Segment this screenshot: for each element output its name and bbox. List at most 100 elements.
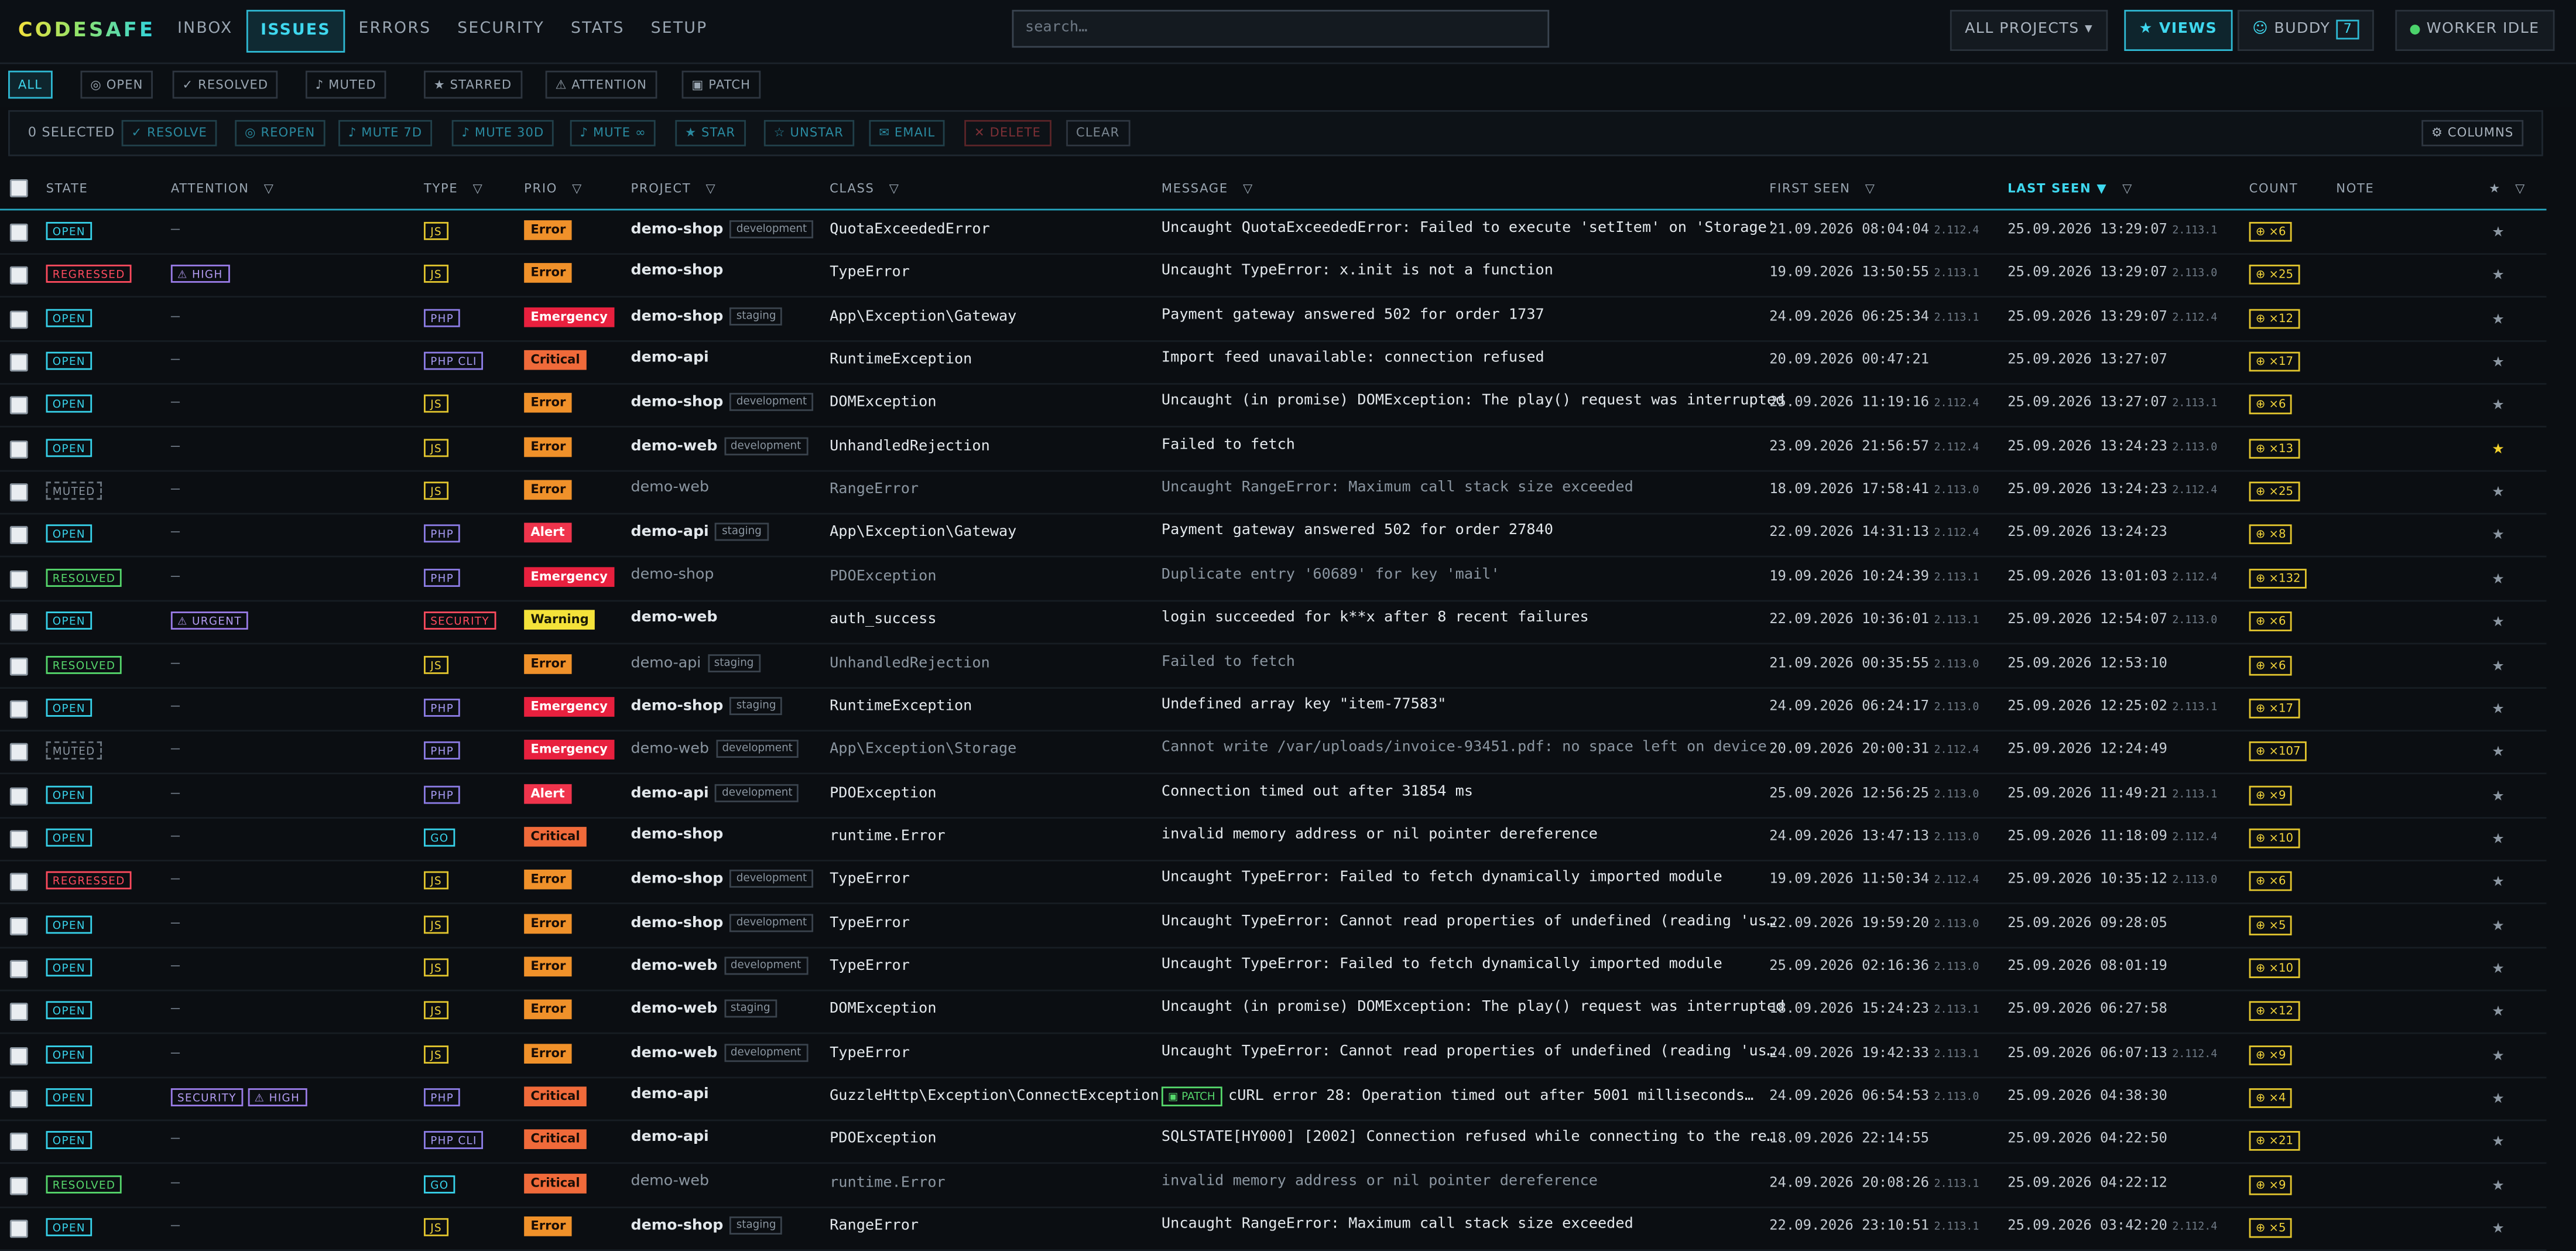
class-cell[interactable]: auth_success: [830, 612, 936, 628]
class-cell[interactable]: RuntimeException: [830, 352, 972, 368]
project-name[interactable]: demo-shop: [631, 264, 724, 280]
class-cell[interactable]: DOMException: [830, 1002, 936, 1018]
class-cell[interactable]: TypeError: [830, 958, 910, 975]
message-cell[interactable]: Uncaught (in promise) DOMException: The …: [1162, 1000, 1784, 1016]
table-row[interactable]: OPEN — JS Error demo-web development TypeError…: [0, 1033, 2547, 1078]
project-name[interactable]: demo-web: [631, 741, 709, 758]
table-row[interactable]: MUTED — JS Error demo-web RangeError Uncaught …: [0, 470, 2547, 515]
star-column-icon[interactable]: ★: [2489, 181, 2501, 196]
class-cell[interactable]: RuntimeException: [830, 698, 972, 715]
star-icon[interactable]: ★: [2492, 955, 2504, 978]
message-cell[interactable]: ▣ PATCH cURL error 28: Operation timed ou…: [1161, 1086, 1753, 1106]
message-cell[interactable]: Duplicate entry '60689' for key 'mail': [1162, 567, 1500, 583]
class-cell[interactable]: PDOException: [830, 1132, 936, 1148]
state-badge[interactable]: OPEN: [46, 1218, 93, 1236]
row-checkbox[interactable]: [9, 310, 28, 329]
bulk-star-button[interactable]: ★ STAR: [675, 119, 745, 146]
project-name[interactable]: demo-web: [631, 1173, 709, 1190]
project-name[interactable]: demo-api: [631, 785, 709, 801]
row-checkbox[interactable]: [9, 1176, 28, 1195]
filter-resolved[interactable]: ✓ RESOLVED: [172, 70, 279, 99]
project-name[interactable]: demo-shop: [631, 698, 724, 715]
state-badge[interactable]: MUTED: [46, 481, 102, 500]
state-badge[interactable]: OPEN: [46, 915, 93, 934]
state-badge[interactable]: OPEN: [46, 308, 93, 327]
row-checkbox[interactable]: [9, 1133, 28, 1151]
select-all-checkbox[interactable]: [9, 179, 28, 197]
star-icon[interactable]: ★: [2492, 609, 2504, 631]
message-cell[interactable]: Uncaught TypeError: Cannot read properti…: [1162, 913, 1776, 929]
column-prio[interactable]: PRIO ▽: [524, 181, 583, 196]
class-cell[interactable]: TypeError: [830, 1045, 910, 1061]
star-icon[interactable]: ★: [2492, 218, 2504, 241]
project-name[interactable]: demo-api: [631, 525, 709, 542]
row-checkbox[interactable]: [9, 353, 28, 372]
row-checkbox[interactable]: [9, 1003, 28, 1021]
table-row[interactable]: OPEN — PHP Emergency demo-shop staging App\Exc…: [0, 297, 2547, 341]
filter-icon[interactable]: ▽: [473, 181, 484, 196]
table-row[interactable]: OPEN — PHP Emergency demo-shop staging Runtime…: [0, 687, 2547, 732]
class-cell[interactable]: GuzzleHttp\Exception\ConnectException: [830, 1088, 1159, 1105]
logo[interactable]: CODESAFE: [18, 18, 155, 41]
project-name[interactable]: demo-web: [631, 1002, 718, 1018]
table-row[interactable]: OPEN — JS Error demo-web staging DOMException U…: [0, 990, 2547, 1035]
message-cell[interactable]: Payment gateway answered 502 for order 1…: [1162, 307, 1544, 323]
message-cell[interactable]: Uncaught TypeError: x.init is not a func…: [1162, 264, 1553, 280]
tab-stats[interactable]: STATS: [558, 10, 638, 49]
class-cell[interactable]: App\Exception\Gateway: [830, 309, 1016, 325]
star-icon[interactable]: ★: [2492, 522, 2504, 545]
state-badge[interactable]: OPEN: [46, 438, 93, 457]
table-row[interactable]: RESOLVED — JS Error demo-api staging Unhandled…: [0, 644, 2547, 688]
message-cell[interactable]: Uncaught RangeError: Maximum call stack …: [1162, 1216, 1633, 1233]
tab-security[interactable]: SECURITY: [444, 10, 558, 49]
state-badge[interactable]: RESOLVED: [46, 568, 122, 587]
message-cell[interactable]: Failed to fetch: [1162, 654, 1295, 670]
column-count[interactable]: COUNT: [2249, 181, 2298, 196]
star-icon[interactable]: ★: [2492, 1215, 2504, 1238]
message-cell[interactable]: SQLSTATE[HY000] [2002] Connection refuse…: [1162, 1130, 1776, 1146]
state-badge[interactable]: OPEN: [46, 828, 93, 847]
filter-attention[interactable]: ⚠ ATTENTION: [545, 70, 657, 99]
project-name[interactable]: demo-api: [631, 1086, 709, 1103]
table-row[interactable]: OPEN — JS Error demo-web development Unhandled…: [0, 427, 2547, 471]
state-badge[interactable]: OPEN: [46, 785, 93, 804]
row-checkbox[interactable]: [9, 657, 28, 675]
table-row[interactable]: RESOLVED — GO Critical demo-web runtime.Error…: [0, 1163, 2547, 1208]
star-icon[interactable]: ★: [2492, 869, 2504, 891]
tab-errors[interactable]: ERRORS: [345, 10, 444, 49]
filter-icon[interactable]: ▽: [1243, 181, 1253, 196]
message-cell[interactable]: Import feed unavailable: connection refu…: [1162, 350, 1544, 367]
bulk-mute-7d-button[interactable]: ♪ MUTE 7D: [338, 119, 433, 146]
column-note[interactable]: NOTE: [2336, 181, 2374, 196]
row-checkbox[interactable]: [9, 873, 28, 892]
state-badge[interactable]: OPEN: [46, 525, 93, 544]
message-cell[interactable]: Uncaught TypeError: Failed to fetch dyna…: [1162, 956, 1722, 973]
column-last-seen[interactable]: LAST SEEN ▼ ▽: [2008, 181, 2133, 196]
project-name[interactable]: demo-shop: [631, 567, 714, 583]
project-name[interactable]: demo-web: [631, 480, 709, 497]
row-checkbox[interactable]: [9, 787, 28, 805]
row-checkbox[interactable]: [9, 743, 28, 762]
project-select[interactable]: ALL PROJECTS ▾: [1950, 9, 2108, 52]
class-cell[interactable]: UnhandledRejection: [830, 655, 990, 672]
row-checkbox[interactable]: [9, 830, 28, 849]
table-row[interactable]: OPEN — JS Error demo-web development TypeError…: [0, 947, 2547, 992]
search-input[interactable]: search…: [1012, 9, 1550, 48]
message-cell[interactable]: Uncaught QuotaExceededError: Failed to e…: [1162, 220, 1776, 237]
columns-button[interactable]: ⚙ COLUMNS: [2421, 119, 2524, 146]
table-row[interactable]: OPEN — JS Error demo-shop development QuotaExc…: [0, 210, 2547, 255]
column-state[interactable]: STATE: [46, 181, 88, 196]
table-row[interactable]: REGRESSED — JS Error demo-shop development Typ…: [0, 860, 2547, 905]
project-name[interactable]: demo-shop: [631, 915, 724, 931]
star-icon[interactable]: ★: [2492, 1042, 2504, 1065]
column-menu-icon[interactable]: ▽: [2515, 181, 2526, 196]
row-checkbox[interactable]: [9, 483, 28, 502]
views-button[interactable]: ★ VIEWS: [2124, 9, 2232, 52]
message-cell[interactable]: login succeeded for k**x after 8 recent …: [1162, 610, 1589, 627]
star-icon[interactable]: ★: [2492, 1171, 2504, 1194]
row-checkbox[interactable]: [9, 266, 28, 285]
column-type[interactable]: TYPE ▽: [424, 181, 484, 196]
message-cell[interactable]: invalid memory address or nil pointer de…: [1162, 1173, 1598, 1190]
row-checkbox[interactable]: [9, 1046, 28, 1065]
row-checkbox[interactable]: [9, 440, 28, 459]
